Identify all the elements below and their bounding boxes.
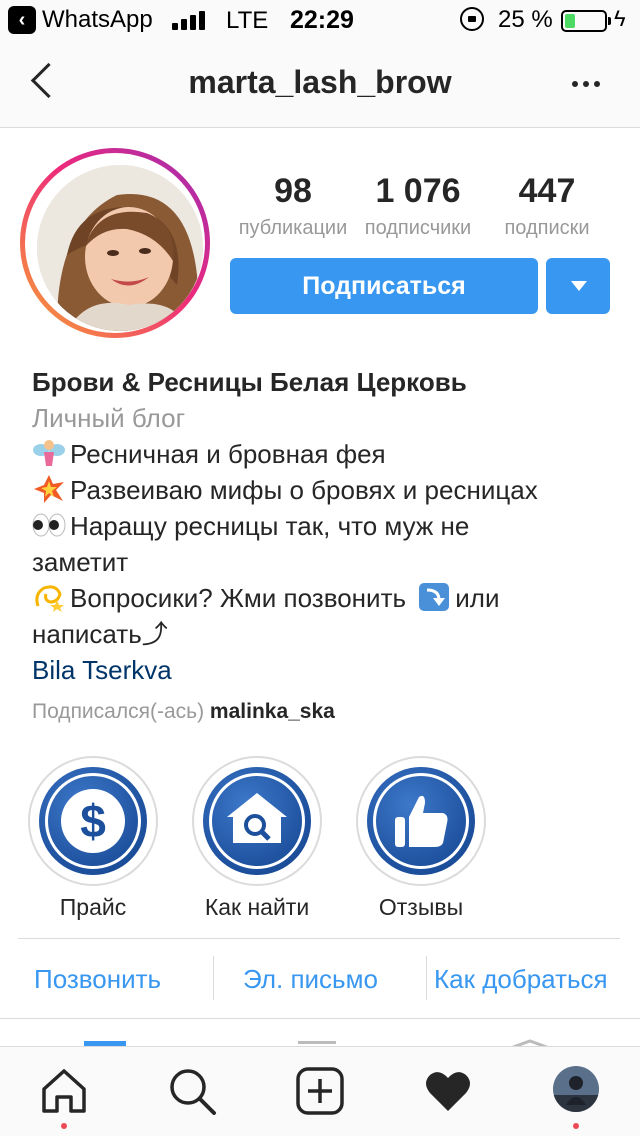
highlight-label: Отзывы	[378, 894, 464, 920]
highlight-label: Прайс	[59, 894, 127, 920]
content-tabs	[0, 1018, 640, 1049]
house-search-icon	[227, 793, 287, 843]
profile-stats: 98 публикации 1 076 подписчики 447 подпи…	[228, 172, 612, 242]
status-bar: ‹ WhatsApp LTE 22:29 25 % ϟ	[0, 0, 640, 40]
rotation-lock-icon	[460, 7, 484, 31]
followers-count: 1 076	[375, 172, 461, 210]
charging-icon: ϟ	[614, 6, 626, 31]
clock: 22:29	[290, 6, 354, 34]
profile-location-link[interactable]: Bila Tserkva	[32, 652, 622, 688]
highlight-label: Как найти	[204, 894, 310, 920]
subscribe-button[interactable]: Подписаться	[230, 258, 538, 314]
following-label: подписки	[504, 217, 590, 239]
profile-photo	[37, 165, 203, 331]
call-button[interactable]: Позвонить	[34, 964, 161, 995]
back-chevron-icon: ‹	[8, 6, 36, 34]
activity-heart-icon[interactable]	[422, 1065, 474, 1117]
followers-label: подписчики	[364, 217, 472, 239]
profile-username: marta_lash_brow	[188, 64, 452, 100]
battery-icon	[561, 10, 611, 32]
suggestions-dropdown-button[interactable]	[546, 258, 610, 314]
svg-text:$: $	[80, 795, 106, 847]
back-app-label: WhatsApp	[42, 6, 153, 33]
fairy-icon	[33, 440, 65, 466]
highlight-how-to-find[interactable]: Как найти	[192, 756, 322, 921]
bio-line-3: Наращу ресницы так, что муж не	[32, 508, 622, 544]
posts-count: 98	[274, 172, 312, 210]
stat-posts[interactable]: 98 публикации	[228, 172, 358, 240]
profile-bio: Брови & Ресницы Белая Церковь Личный бло…	[32, 364, 622, 730]
contact-actions: Позвонить Эл. письмо Как добраться	[0, 938, 640, 1018]
search-icon[interactable]	[166, 1065, 218, 1117]
dollar-icon: $	[61, 789, 125, 853]
more-options-icon[interactable]	[566, 64, 606, 104]
arrow-curving-down-icon	[419, 583, 450, 611]
profile-notification-dot	[573, 1123, 579, 1129]
divider	[213, 956, 214, 1000]
highlight-reviews[interactable]: Отзывы	[356, 756, 486, 921]
back-to-app[interactable]: ‹ WhatsApp	[8, 6, 153, 34]
bio-line-5: Вопросики? Жми позвонить или	[32, 580, 622, 616]
stat-followers[interactable]: 1 076 подписчики	[353, 172, 483, 240]
divider	[426, 956, 427, 1000]
profile-full-name: Брови & Ресницы Белая Церковь	[32, 367, 467, 397]
following-count: 447	[518, 172, 576, 210]
profile-avatar[interactable]	[552, 1065, 604, 1117]
profile-category: Личный блог	[32, 403, 186, 433]
thumbs-up-icon	[395, 795, 448, 847]
profile-avatar-story-ring[interactable]	[20, 148, 210, 338]
home-notification-dot	[61, 1123, 67, 1129]
battery-percent: 25 %	[498, 6, 553, 33]
email-button[interactable]: Эл. письмо	[243, 964, 378, 995]
bio-line-2: Развеиваю мифы о бровях и ресницах	[32, 472, 622, 508]
dizzy-icon	[35, 585, 64, 612]
home-icon[interactable]	[38, 1065, 90, 1117]
new-post-icon[interactable]	[294, 1065, 346, 1117]
followed-by-prefix: Подписался(-ась)	[32, 700, 205, 723]
followed-by-user: malinka_ska	[209, 700, 335, 723]
bottom-tab-bar	[0, 1046, 640, 1136]
directions-button[interactable]: Как добраться	[434, 964, 608, 995]
posts-label: публикации	[238, 217, 348, 239]
eyes-icon	[32, 513, 66, 537]
bio-line-1: Ресничная и бровная фея	[32, 436, 622, 472]
collision-icon	[34, 475, 64, 503]
network-type: LTE	[226, 7, 269, 34]
bio-line-6: написать⤴	[32, 619, 168, 649]
navigation-bar: marta_lash_brow	[0, 40, 640, 128]
signal-icon	[172, 11, 205, 30]
followed-by[interactable]: Подписался(-ась) malinka_ska	[32, 694, 622, 730]
highlight-price[interactable]: $ Прайс	[28, 756, 158, 921]
bio-line-4: заметит	[32, 547, 129, 577]
list-tab-icon[interactable]	[298, 1041, 336, 1044]
stat-following[interactable]: 447 подписки	[484, 172, 610, 240]
battery-fill	[565, 14, 575, 28]
